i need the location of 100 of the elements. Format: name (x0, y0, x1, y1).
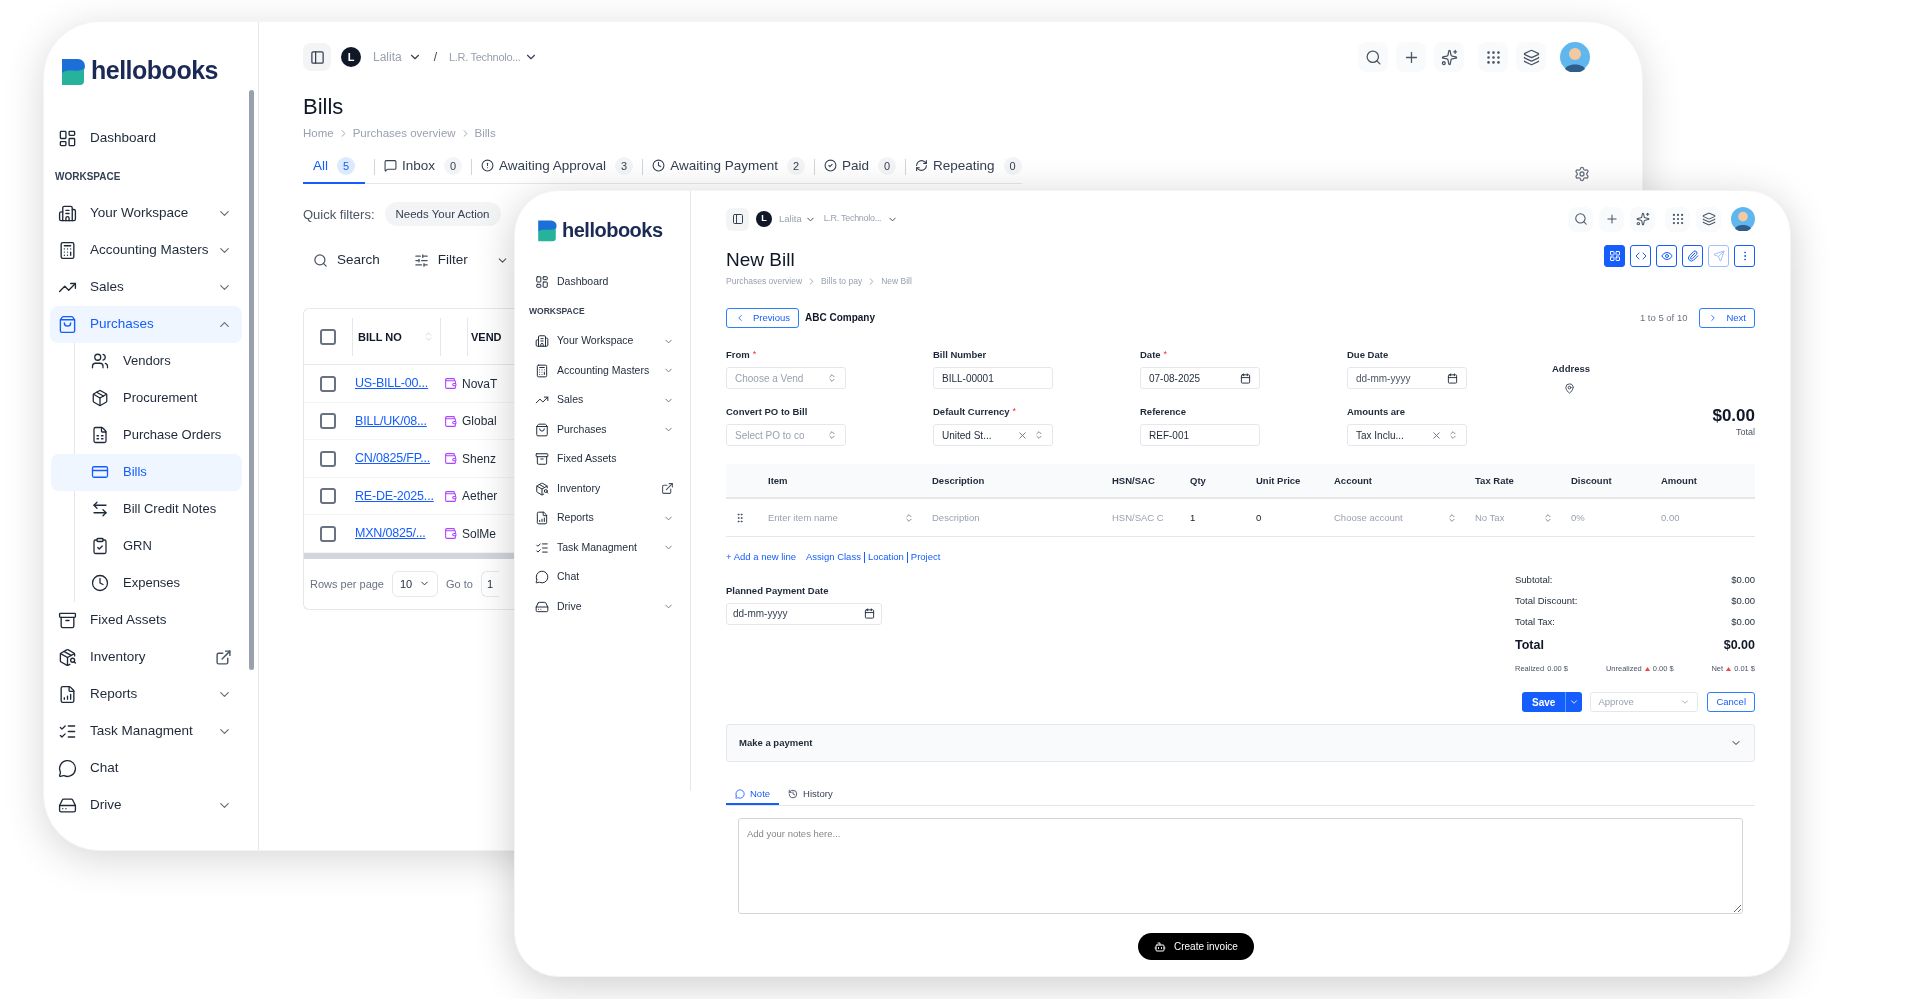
eye-button[interactable] (1656, 245, 1677, 267)
plus-button[interactable] (1396, 42, 1426, 72)
rows-per-page-select[interactable]: 10 (392, 570, 438, 597)
filter-chip[interactable]: Needs Your Action (384, 202, 501, 227)
search-button[interactable]: Search (303, 244, 380, 277)
checkbox[interactable] (320, 413, 336, 429)
page-field[interactable]: 1 (480, 570, 499, 597)
bill-link[interactable]: US-BILL-00... (352, 374, 436, 393)
sidebar-item[interactable]: Dashboard (50, 119, 242, 157)
sidebar-subitem[interactable]: Purchase Orders (51, 416, 242, 454)
sidebar-subitem[interactable]: GRN (51, 527, 242, 565)
create-invoice-button[interactable]: Create invoice (1138, 933, 1254, 960)
sidebar-toggle-button[interactable] (726, 207, 749, 231)
sidebar-item[interactable]: Reports (529, 503, 680, 533)
sidebar-item[interactable]: Inventory (50, 638, 242, 676)
sidebar-item[interactable]: Fixed Assets (529, 444, 680, 474)
next-button[interactable]: Next (1699, 307, 1755, 328)
sidebar-item[interactable]: Drive (50, 786, 242, 824)
sidebar-item[interactable]: Drive (529, 592, 680, 622)
checkbox[interactable] (320, 488, 336, 504)
apps-button[interactable] (1478, 42, 1508, 72)
sidebar-item[interactable]: Accounting Masters (50, 231, 242, 269)
sidebar-item[interactable]: Inventory (529, 474, 680, 504)
make-payment-panel[interactable]: Make a payment (726, 724, 1755, 763)
previous-button[interactable]: Previous (726, 307, 799, 328)
note-tab[interactable]: Note (726, 784, 780, 806)
sidebar-item[interactable]: Accounting Masters (529, 356, 680, 386)
column-header[interactable]: BILL NO (353, 328, 423, 345)
sidebar-toggle-button[interactable] (303, 43, 331, 71)
date-field[interactable]: dd-mm-yyyy (1347, 367, 1467, 389)
sidebar-item[interactable]: Purchases (50, 305, 242, 343)
layers-button[interactable] (1696, 206, 1721, 232)
bill-link[interactable]: BILL/UK/08... (352, 411, 436, 431)
checkbox[interactable] (320, 450, 336, 467)
layers-button[interactable] (1516, 42, 1546, 72)
sparkle-button[interactable] (1434, 42, 1464, 72)
stepper-icon (1543, 512, 1553, 523)
bill-link[interactable]: MXN/0825/... (352, 524, 436, 543)
filter-tab[interactable]: Awaiting Payment 2 (652, 149, 805, 184)
sidebar-item[interactable]: Chat (529, 562, 680, 592)
sidebar-item[interactable]: Fixed Assets (50, 601, 242, 639)
sidebar-item[interactable]: Reports (50, 675, 242, 713)
drag-handle-icon[interactable] (734, 511, 746, 524)
row-value[interactable]: 0 (1256, 511, 1262, 523)
note-tab[interactable]: History (779, 784, 842, 806)
filter-tab[interactable]: All 5 (303, 149, 365, 184)
sidebar-item[interactable]: Your Workspace (50, 194, 242, 232)
save-button[interactable]: Save (1522, 692, 1566, 713)
text-field[interactable]: REF-001 (1140, 424, 1260, 447)
cancel-button[interactable]: Cancel (1707, 692, 1755, 713)
bill-link[interactable]: RE-DE-2025... (352, 486, 436, 506)
date-field[interactable]: 07-08-2025 (1140, 367, 1260, 389)
sidebar-subitem[interactable]: Bills (51, 453, 242, 491)
paperclip-button[interactable] (1682, 245, 1703, 267)
sparkle-button[interactable] (1630, 206, 1655, 232)
date-field[interactable]: dd-mm-yyyy (726, 602, 882, 625)
filter-tab[interactable]: Repeating 0 (914, 149, 1022, 184)
row-value[interactable]: 1 (1190, 511, 1196, 523)
filter-tab[interactable]: Awaiting Approval 3 (481, 149, 634, 184)
assign-link[interactable]: Project (910, 550, 941, 565)
code-button[interactable] (1630, 245, 1651, 267)
bill-link[interactable]: CN/0825/FP... (352, 449, 436, 468)
filter-tab[interactable]: Paid 0 (823, 149, 896, 184)
sidebar-subitem[interactable]: Procurement (51, 379, 242, 417)
sidebar-item[interactable]: Sales (529, 385, 680, 415)
sidebar-item[interactable]: Sales (50, 268, 242, 306)
sidebar-item[interactable]: Purchases (529, 415, 680, 445)
filter-button[interactable]: Filter (413, 244, 468, 277)
sidebar-item[interactable]: Task Managment (50, 712, 242, 750)
select-field[interactable]: United St... (933, 424, 1053, 447)
text-field[interactable]: BILL-00001 (933, 367, 1053, 389)
checkbox[interactable] (320, 328, 336, 345)
location-pin-icon[interactable] (1564, 382, 1575, 394)
avatar-icon[interactable] (1560, 42, 1590, 72)
assign-link[interactable]: Location (867, 550, 904, 565)
notes-field[interactable]: Add your notes here... (738, 818, 1743, 915)
sidebar-subitem[interactable]: Vendors (51, 342, 242, 380)
select-field[interactable]: Tax Inclu... (1347, 424, 1467, 447)
apps-button[interactable] (1665, 206, 1690, 232)
more-button[interactable] (1734, 245, 1755, 267)
search-button[interactable] (1568, 206, 1593, 232)
stepper-icon (1034, 430, 1044, 441)
checkbox[interactable] (320, 525, 336, 542)
filter-tab[interactable]: Inbox 0 (384, 149, 463, 184)
settings-icon[interactable] (1574, 166, 1590, 183)
search-button[interactable] (1358, 42, 1388, 72)
sidebar-item[interactable]: Your Workspace (529, 326, 680, 356)
column-header[interactable]: VEND (468, 328, 502, 345)
assign-link[interactable]: Assign Class (806, 550, 861, 565)
checkbox[interactable] (320, 375, 336, 392)
horizontal-scrollbar[interactable] (304, 552, 514, 559)
sidebar-subitem[interactable]: Expenses (51, 564, 242, 602)
add-line-link[interactable]: + Add a new line (726, 550, 796, 565)
grid-button[interactable] (1604, 245, 1625, 267)
scrollbar[interactable] (249, 90, 254, 670)
sidebar-subitem[interactable]: Bill Credit Notes (51, 490, 242, 528)
sidebar-item[interactable]: Dashboard (529, 267, 680, 297)
avatar-icon[interactable] (1731, 207, 1755, 231)
sidebar-item[interactable]: Chat (50, 749, 242, 787)
sidebar-item[interactable]: Task Managment (529, 533, 680, 563)
